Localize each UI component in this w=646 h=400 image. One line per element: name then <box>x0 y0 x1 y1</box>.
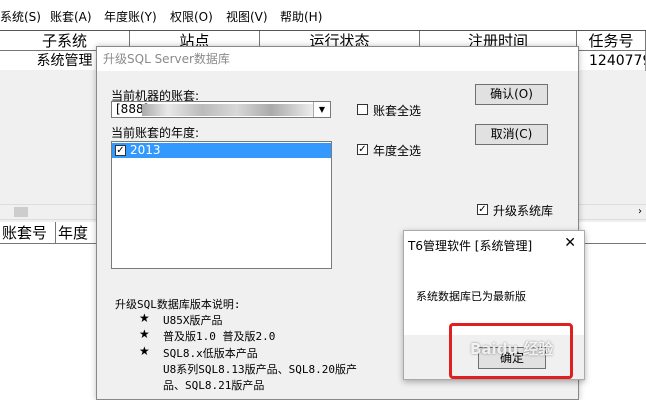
redacted-account-name <box>142 104 314 116</box>
menu-help[interactable]: 帮助(H) <box>280 8 322 25</box>
dialog-title: 升级SQL Server数据库 <box>97 47 578 71</box>
year-label: 当前账套的年度: <box>111 126 200 140</box>
upgrade-system-db-label: 升级系统库 <box>493 204 554 218</box>
select-all-accounts-label: 账套全选 <box>373 104 422 118</box>
cancel-button[interactable]: 取消(C) <box>475 124 548 145</box>
cell-task-id[interactable]: 1240779 <box>577 51 646 71</box>
menu-permission[interactable]: 权限(O) <box>170 8 213 25</box>
col-account-no[interactable]: 账套号 <box>0 222 56 244</box>
year-checkbox[interactable]: ✓ <box>115 145 126 156</box>
version-item: SQL8.x低版本产品 <box>163 347 258 360</box>
menu-account[interactable]: 账套(A) <box>50 8 92 25</box>
menu-system[interactable]: 系统(S) <box>0 8 41 25</box>
star-bullet-icon: ★ <box>139 311 150 325</box>
menu-year-account[interactable]: 年度账(Y) <box>104 8 157 25</box>
col-task-id[interactable]: 任务号 <box>577 31 646 51</box>
select-all-accounts-checkbox[interactable] <box>357 104 368 115</box>
message-text: 系统数据库已为最新版 <box>416 290 526 303</box>
select-all-years-label: 年度全选 <box>373 144 422 158</box>
menu-bar: 系统(S) 账套(A) 年度账(Y) 权限(O) 视图(V) 帮助(H) <box>0 0 646 30</box>
version-description-title: 升级SQL数据库版本说明: <box>115 298 241 311</box>
year-item-label: 2013 <box>130 143 161 157</box>
account-select[interactable]: [888] ▼ <box>111 101 331 118</box>
year-list[interactable]: ✓ 2013 <box>111 141 332 269</box>
version-item-detail: 品、SQL8.21版产品 <box>163 379 265 392</box>
star-bullet-icon: ★ <box>139 344 150 358</box>
select-all-years[interactable]: ✓ 年度全选 <box>357 142 457 158</box>
version-item: U85X版产品 <box>163 314 223 327</box>
upgrade-system-db-checkbox[interactable]: ✓ <box>477 204 488 215</box>
select-all-years-checkbox[interactable]: ✓ <box>357 144 368 155</box>
select-all-accounts[interactable]: 账套全选 <box>357 102 457 118</box>
col-empty <box>579 222 646 244</box>
scroll-right-icon[interactable]: › <box>638 205 642 219</box>
chevron-down-icon[interactable]: ▼ <box>313 102 330 117</box>
menu-view[interactable]: 视图(V) <box>226 8 268 25</box>
close-icon[interactable]: ✕ <box>564 235 576 251</box>
version-item-detail: U8系列SQL8.13版产品、SQL8.20版产 <box>163 363 357 376</box>
scrollbar-thumb[interactable] <box>14 207 28 217</box>
watermark: Baidu 经验 <box>470 340 554 358</box>
list-item[interactable]: ✓ 2013 <box>112 143 331 158</box>
col-year[interactable]: 年度 <box>56 222 100 244</box>
upgrade-system-db[interactable]: ✓ 升级系统库 <box>477 202 577 218</box>
version-item: 普及版1.0 普及版2.0 <box>163 330 276 343</box>
confirm-button[interactable]: 确认(O) <box>475 84 548 105</box>
message-box-title: T6管理软件 [系统管理] <box>408 239 533 253</box>
star-bullet-icon: ★ <box>139 327 150 341</box>
